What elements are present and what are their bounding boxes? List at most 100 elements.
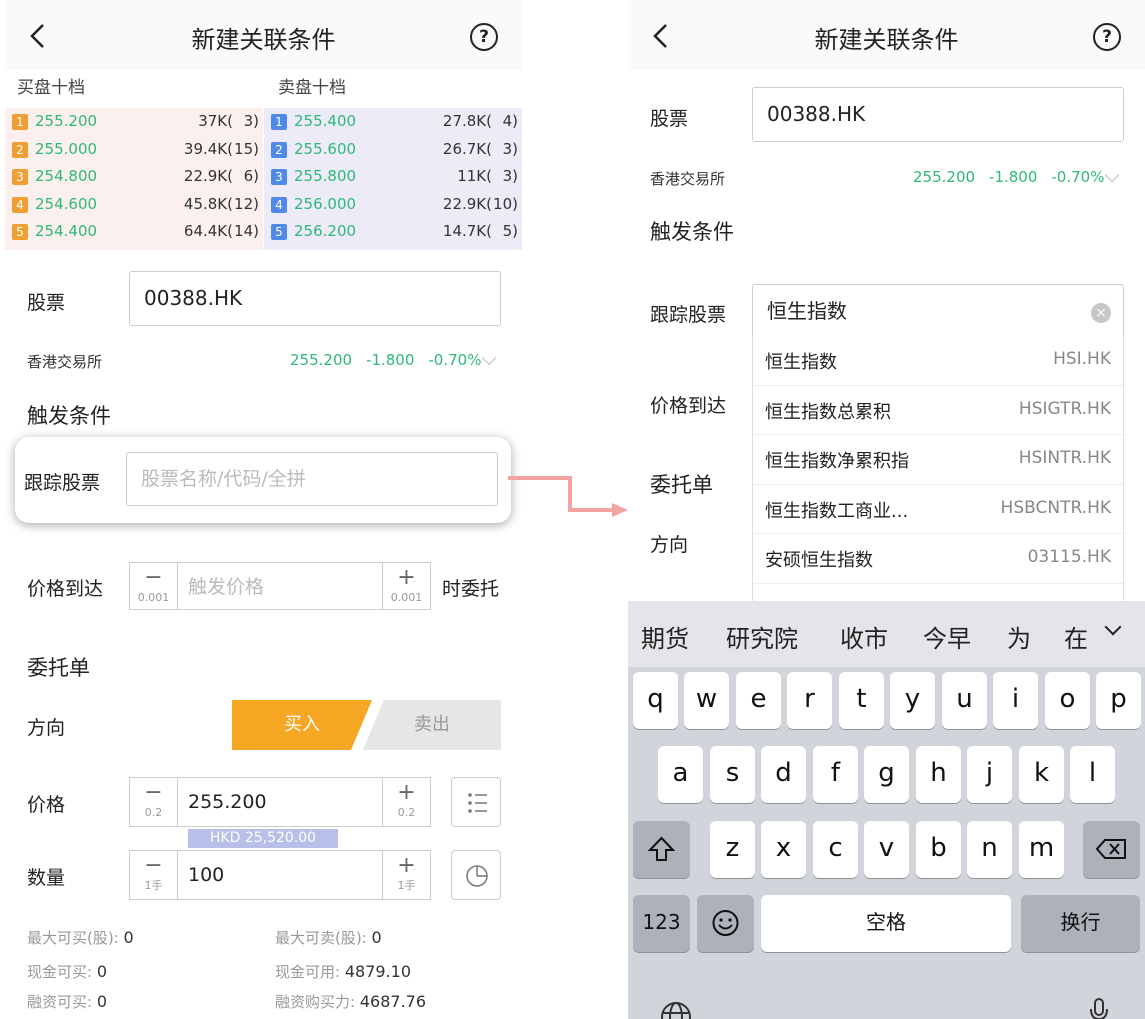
key-s[interactable]: s (710, 746, 755, 803)
stock-quote: 255.200 -1.800 -0.70% (913, 168, 1104, 186)
key-y[interactable]: y (890, 672, 935, 729)
emoji-key[interactable] (697, 895, 754, 952)
step-size: 0.001 (137, 591, 170, 604)
key-w[interactable]: w (684, 672, 729, 729)
suggestion-item[interactable]: 恒生指数工商业... HSBCNTR.HK (753, 485, 1123, 534)
increase-button[interactable]: +0.2 (382, 778, 430, 826)
increase-button[interactable]: +0.001 (382, 563, 430, 609)
chevron-down-icon[interactable] (1104, 167, 1120, 183)
key-l[interactable]: l (1070, 746, 1115, 803)
candidate-word[interactable]: 收市 (840, 619, 888, 654)
suggestion-item[interactable]: 恒生指数 HSI.HK (753, 336, 1123, 386)
margin-buy-value: 0 (96, 992, 108, 1011)
trigger-price-input[interactable]: 触发价格 (188, 563, 264, 611)
sell-orderbook-title: 卖盘十档 (278, 78, 346, 98)
return-key[interactable]: 换行 (1021, 895, 1140, 952)
suggestion-item[interactable]: 恒生指数总累积 HSIGTR.HK (753, 386, 1123, 435)
key-p[interactable]: p (1096, 672, 1141, 729)
numbers-key[interactable]: 123 (633, 895, 690, 952)
orderbook-row[interactable]: 2 255.000 39.4K(15) (5, 136, 263, 164)
track-stock-input[interactable]: 股票名称/代码/全拼 (126, 452, 498, 506)
key-z[interactable]: z (710, 821, 755, 878)
suggestion-name: 安硕恒生指数 (765, 550, 873, 571)
decrease-button[interactable]: −1手 (130, 851, 178, 899)
order-price-input[interactable]: 255.200 (188, 778, 267, 826)
step-size: 1手 (144, 879, 163, 892)
key-f[interactable]: f (813, 746, 858, 803)
pie-chart-icon[interactable] (451, 850, 501, 900)
orderbook-row[interactable]: 4 254.600 45.8K(12) (5, 191, 263, 219)
max-sell-label: 最大可卖(股): (275, 929, 367, 947)
key-o[interactable]: o (1045, 672, 1090, 729)
key-h[interactable]: h (916, 746, 961, 803)
sell-button[interactable]: 卖出 (363, 700, 501, 750)
bid-price: 254.400 (35, 222, 98, 240)
orderbook-row[interactable]: 2 255.600 26.7K(3) (264, 136, 522, 164)
globe-icon[interactable] (658, 999, 694, 1019)
orderbook-row[interactable]: 3 255.800 11K(3) (264, 163, 522, 191)
key-b[interactable]: b (916, 821, 961, 878)
suggestion-item[interactable]: 安硕恒生指数 03115.HK (753, 534, 1123, 584)
stock-input[interactable]: 00388.HK (752, 87, 1124, 142)
list-icon[interactable] (451, 777, 501, 827)
quantity-input[interactable]: 100 (188, 851, 224, 899)
key-g[interactable]: g (864, 746, 909, 803)
ask-price: 255.400 (294, 112, 357, 130)
candidate-word[interactable]: 期货 (641, 619, 689, 654)
shift-key[interactable] (633, 821, 690, 878)
candidate-word[interactable]: 研究院 (726, 619, 798, 654)
key-e[interactable]: e (736, 672, 781, 729)
cash-available-info: 现金可用: 4879.10 (275, 961, 411, 982)
track-stock-input[interactable]: 恒生指数 × (752, 284, 1124, 337)
microphone-icon[interactable] (1087, 997, 1111, 1019)
orderbook-row[interactable]: 1 255.400 27.8K(4) (264, 108, 522, 136)
orderbook-row[interactable]: 1 255.200 37K(3) (5, 108, 263, 136)
suggestion-name: 恒生指数总累积 (765, 401, 891, 423)
key-i[interactable]: i (993, 672, 1038, 729)
decrease-button[interactable]: −0.2 (130, 778, 178, 826)
bid-volume: 22.9K( (183, 167, 233, 185)
key-j[interactable]: j (967, 746, 1012, 803)
emoji-icon (712, 910, 739, 936)
page-title: 新建关联条件 (814, 26, 959, 54)
space-key[interactable]: 空格 (761, 895, 1011, 952)
track-stock-value: 恒生指数 (767, 299, 847, 323)
nav-bar: 新建关联条件 ? (5, 0, 522, 70)
chevron-down-icon[interactable] (481, 350, 497, 366)
orderbook-row[interactable]: 3 254.800 22.9K(6) (5, 163, 263, 191)
quote-price: 255.200 (290, 351, 353, 369)
stock-input[interactable]: 00388.HK (129, 271, 501, 326)
buy-button[interactable]: 买入 (232, 700, 372, 750)
key-c[interactable]: c (813, 821, 858, 878)
candidate-word[interactable]: 今早 (923, 619, 971, 654)
key-a[interactable]: a (658, 746, 703, 803)
key-k[interactable]: k (1019, 746, 1064, 803)
key-d[interactable]: d (761, 746, 806, 803)
candidate-word[interactable]: 在 (1064, 619, 1088, 654)
increase-button[interactable]: +1手 (382, 851, 430, 899)
orderbook-row[interactable]: 5 256.200 14.7K(5) (264, 218, 522, 246)
direction-label: 方向 (650, 534, 689, 556)
key-v[interactable]: v (864, 821, 909, 878)
orderbook-row[interactable]: 4 256.000 22.9K(10) (264, 191, 522, 219)
key-x[interactable]: x (761, 821, 806, 878)
help-icon[interactable]: ? (470, 23, 498, 51)
key-u[interactable]: u (942, 672, 987, 729)
candidate-word[interactable]: 为 (1007, 619, 1031, 654)
clear-icon[interactable]: × (1091, 303, 1111, 323)
decrease-button[interactable]: −0.001 (130, 563, 178, 609)
right-screen: 新建关联条件 ? 股票 00388.HK 香港交易所 255.200 -1.800… (628, 0, 1145, 1019)
help-icon[interactable]: ? (1093, 23, 1121, 51)
ask-count: 10) (493, 194, 518, 213)
key-q[interactable]: q (633, 672, 678, 729)
chevron-down-icon[interactable] (1104, 618, 1122, 636)
key-m[interactable]: m (1019, 821, 1064, 878)
orderbook-row[interactable]: 5 254.400 64.4K(14) (5, 218, 263, 246)
backspace-key[interactable] (1083, 821, 1140, 878)
quote-change: -1.800 (989, 168, 1038, 186)
price-reach-label: 价格到达 (650, 395, 727, 417)
key-n[interactable]: n (967, 821, 1012, 878)
suggestion-item[interactable]: 恒生指数净累积指 HSINTR.HK (753, 435, 1123, 485)
key-r[interactable]: r (787, 672, 832, 729)
key-t[interactable]: t (839, 672, 884, 729)
